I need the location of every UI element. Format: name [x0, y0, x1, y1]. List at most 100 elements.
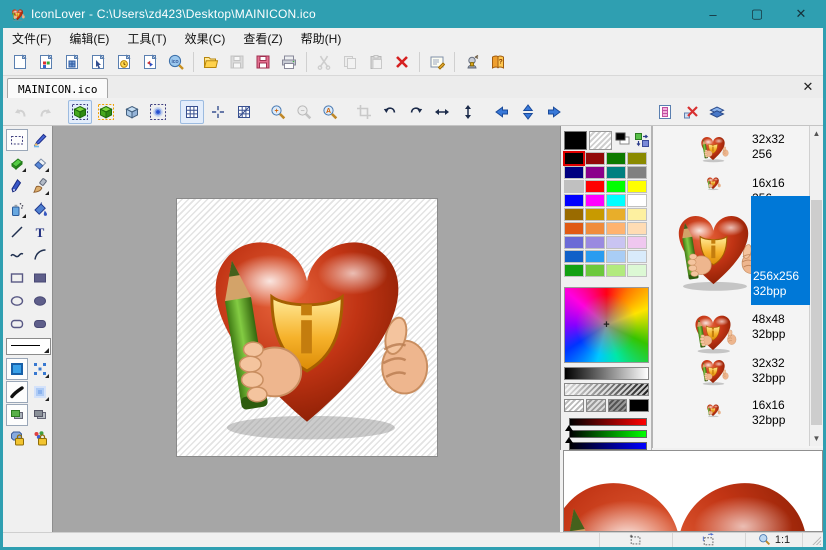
icon-artboard[interactable] [176, 198, 438, 457]
copy-button[interactable] [338, 50, 362, 74]
close-button[interactable]: ✕ [779, 0, 823, 28]
zoom-fit-button[interactable]: A [318, 100, 342, 124]
soft-square-tool[interactable] [29, 381, 51, 403]
color-wheel[interactable]: + [564, 287, 649, 363]
shift-right-button[interactable] [542, 100, 566, 124]
palette-swatch[interactable] [564, 194, 584, 207]
palette-swatch[interactable] [627, 166, 647, 179]
open-folder-button[interactable] [199, 50, 223, 74]
shift-vertical-button[interactable] [516, 100, 540, 124]
menu-file[interactable]: 文件(F) [3, 28, 60, 49]
menu-effects[interactable]: 效果(C) [176, 28, 235, 49]
normal-mode-button[interactable] [68, 100, 92, 124]
palette-swatch[interactable] [585, 250, 605, 263]
alpha-bar[interactable] [564, 383, 649, 396]
palette-swatch[interactable] [564, 222, 584, 235]
palette-swatch[interactable] [585, 236, 605, 249]
smooth-stroke-tool[interactable] [6, 381, 28, 403]
palette-swatch[interactable] [606, 236, 626, 249]
line-tool[interactable] [6, 221, 28, 243]
new-cursor-button[interactable] [86, 50, 110, 74]
alpha-preset-light[interactable] [564, 399, 584, 412]
green-slider[interactable] [569, 430, 647, 438]
swap-colors-icon[interactable] [634, 132, 650, 148]
text-tool[interactable]: T [29, 221, 51, 243]
icon-format-item[interactable]: 16x16256 [653, 172, 809, 198]
solid-square-tool[interactable] [6, 358, 28, 380]
help-book-button[interactable]: ? [486, 50, 510, 74]
layer-overlap-alt-tool[interactable] [29, 404, 51, 426]
properties-button[interactable] [425, 50, 449, 74]
flip-vertical-button[interactable] [456, 100, 480, 124]
ellipse-filled-tool[interactable] [29, 290, 51, 312]
editor-canvas[interactable] [52, 126, 560, 532]
frame-mode-button[interactable] [94, 100, 118, 124]
ellipse-outline-tool[interactable] [6, 290, 28, 312]
flip-horizontal-button[interactable] [430, 100, 454, 124]
palette-swatch[interactable] [606, 194, 626, 207]
scrollbar-thumb[interactable] [811, 200, 822, 425]
tab-close-icon[interactable]: ✕ [799, 78, 817, 96]
show-grid-button[interactable] [180, 100, 204, 124]
foreground-color-swatch[interactable] [564, 131, 587, 150]
icon-format-item[interactable]: 32x3232bpp [653, 352, 809, 394]
show-tile-grid-button[interactable] [232, 100, 256, 124]
layers-button[interactable] [705, 100, 729, 124]
new-image-formats-button[interactable] [138, 50, 162, 74]
menu-help[interactable]: 帮助(H) [292, 28, 351, 49]
pencil-tool[interactable] [29, 129, 51, 151]
rectangle-filled-tool[interactable] [29, 267, 51, 289]
new-icon-button[interactable] [34, 50, 58, 74]
arc-tool[interactable] [29, 244, 51, 266]
layer-overlap-tool[interactable] [6, 404, 28, 426]
curve-tool[interactable] [6, 244, 28, 266]
palette-swatch[interactable] [564, 180, 584, 193]
selected-format-highlight[interactable]: 256x25632bpp [751, 196, 810, 305]
alpha-preset-dark[interactable] [608, 399, 628, 412]
palette-swatch[interactable] [564, 250, 584, 263]
lock-pixels-tool[interactable] [6, 427, 28, 449]
palette-swatch[interactable] [627, 152, 647, 165]
palette-swatch[interactable] [606, 166, 626, 179]
rounded-rect-outline-tool[interactable] [6, 313, 28, 335]
show-crosshair-button[interactable] [206, 100, 230, 124]
blur-tool-button[interactable] [146, 100, 170, 124]
alpha-preset-opaque[interactable] [629, 399, 649, 412]
zoom-out-button[interactable]: − [292, 100, 316, 124]
spray-tool[interactable] [6, 198, 28, 220]
palette-swatch[interactable] [627, 250, 647, 263]
lock-colors-tool[interactable] [29, 427, 51, 449]
palette-swatch[interactable] [564, 166, 584, 179]
palette-swatch[interactable] [627, 208, 647, 221]
new-animated-icon-button[interactable] [112, 50, 136, 74]
palette-swatch[interactable] [627, 222, 647, 235]
zoom-in-button[interactable]: + [266, 100, 290, 124]
rotate-right-button[interactable] [404, 100, 428, 124]
select-tool[interactable] [6, 129, 28, 151]
background-transparent-swatch[interactable] [589, 131, 612, 150]
blue-slider[interactable] [569, 442, 647, 450]
palette-swatch[interactable] [585, 222, 605, 235]
brush-tool[interactable] [29, 175, 51, 197]
red-slider[interactable] [569, 418, 647, 426]
add-frame-button[interactable] [653, 100, 677, 124]
palette-swatch[interactable] [585, 208, 605, 221]
icon-format-item[interactable]: 32x32256 [653, 128, 809, 172]
paste-button[interactable] [364, 50, 388, 74]
palette-swatch[interactable] [606, 264, 626, 277]
icon-wizard-button[interactable] [460, 50, 484, 74]
red-slider-marker[interactable] [565, 425, 573, 431]
resize-grip[interactable] [812, 536, 821, 545]
icon-format-item[interactable]: 16x1632bpp [653, 394, 809, 430]
icon-format-item[interactable]: 256x25632bpp [653, 196, 809, 305]
eraser-3d-tool[interactable] [6, 152, 28, 174]
palette-swatch[interactable] [627, 236, 647, 249]
tab-mainicon[interactable]: MAINICON.ico [7, 78, 108, 99]
palette-swatch[interactable] [627, 194, 647, 207]
palette-swatch[interactable] [585, 180, 605, 193]
fill-bucket-tool[interactable] [29, 198, 51, 220]
palette-swatch[interactable] [606, 222, 626, 235]
brightness-bar[interactable] [564, 367, 649, 380]
scatter-mode-tool[interactable] [29, 358, 51, 380]
palette-swatch[interactable] [606, 180, 626, 193]
